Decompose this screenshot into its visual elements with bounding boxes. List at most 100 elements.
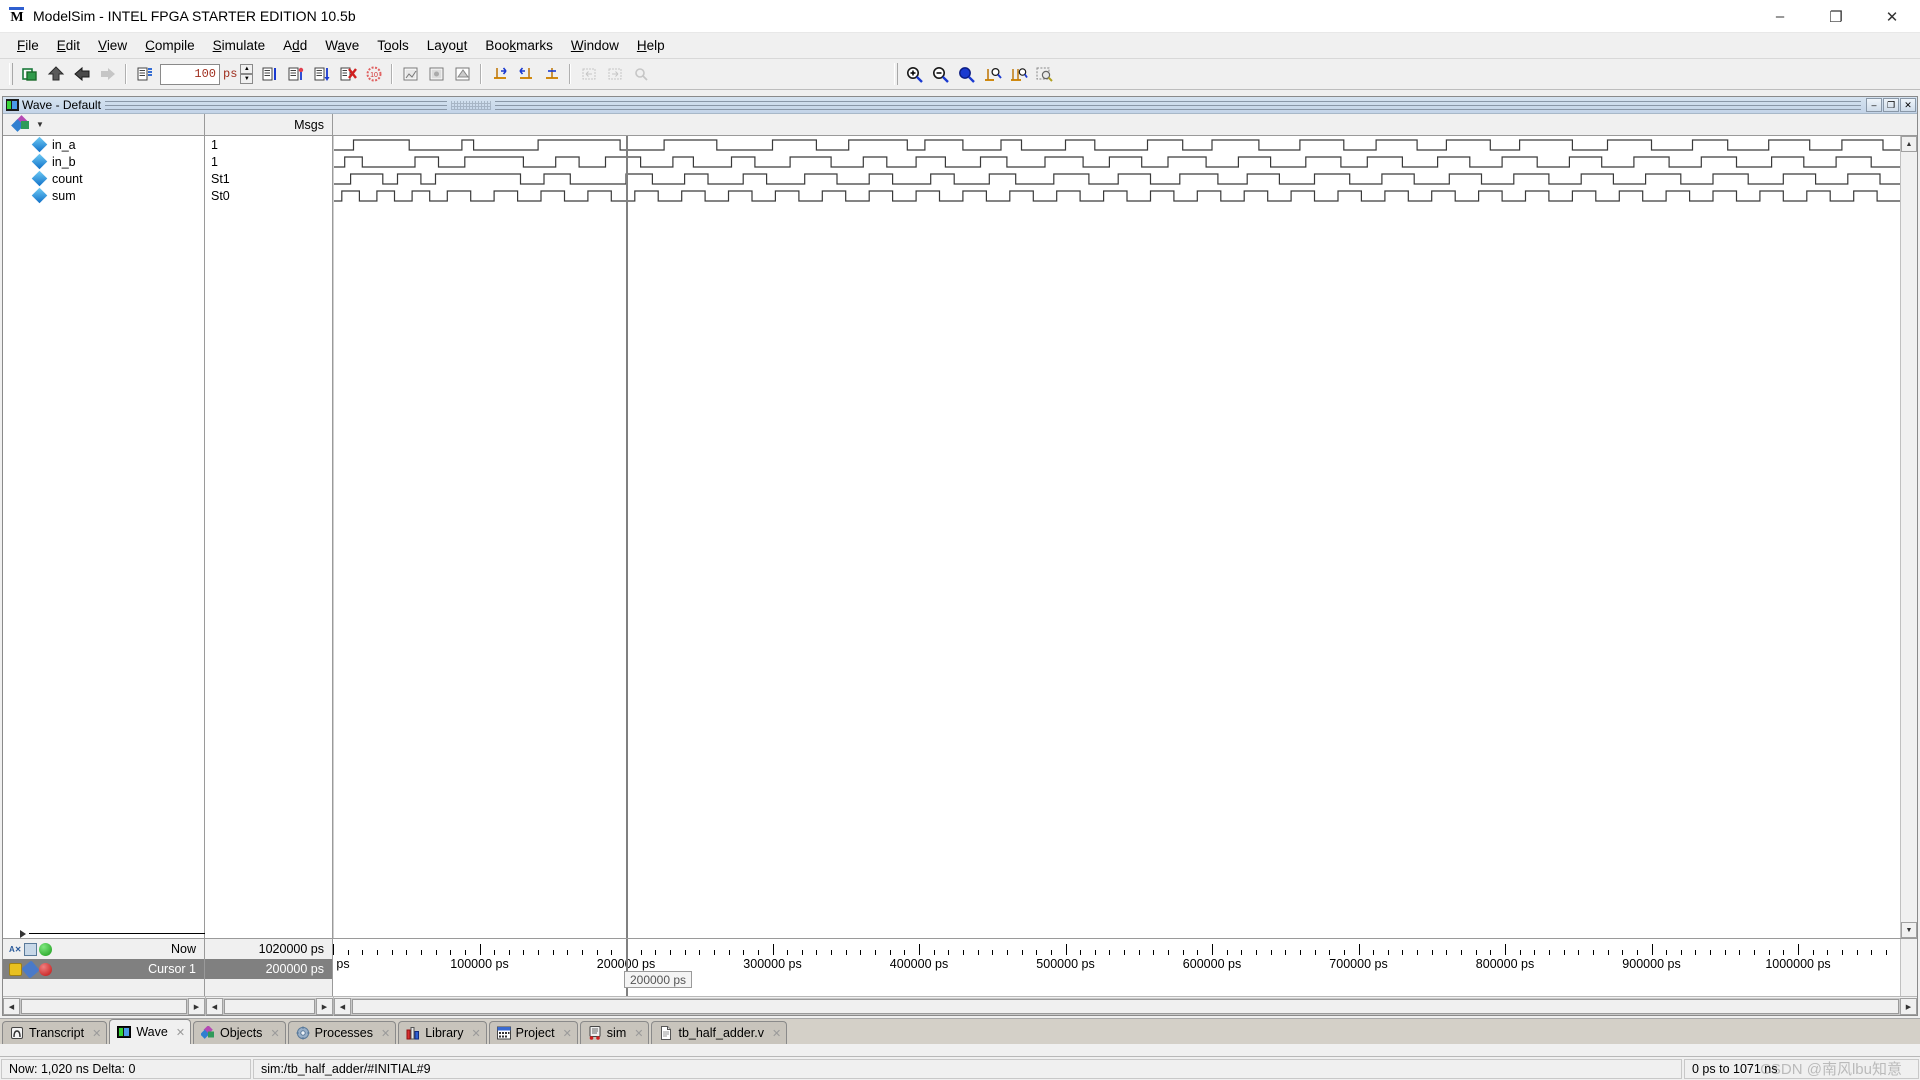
- run-length-input[interactable]: 100: [160, 63, 220, 85]
- signal-item-in_b[interactable]: in_b: [3, 153, 76, 170]
- values-hscrollbar[interactable]: ◀ ▶: [205, 997, 333, 1016]
- menu-help[interactable]: Help: [628, 35, 674, 56]
- menu-wave[interactable]: Wave: [316, 35, 368, 56]
- tab-processes[interactable]: Processes ✕: [287, 1021, 397, 1044]
- insert-cursor-icon[interactable]: [487, 62, 512, 87]
- cursor-1-value[interactable]: 200000 ps: [205, 959, 332, 979]
- maximize-button[interactable]: ❐: [1808, 0, 1864, 33]
- restart-icon[interactable]: [132, 62, 157, 87]
- menu-bookmarks[interactable]: Bookmarks: [476, 35, 562, 56]
- run-icon[interactable]: [257, 62, 282, 87]
- chevron-down-icon[interactable]: ▼: [36, 120, 44, 129]
- tab-close-icon[interactable]: ✕: [634, 1027, 643, 1040]
- step-out-icon[interactable]: [450, 62, 475, 87]
- menu-add[interactable]: Add: [274, 35, 316, 56]
- stop-icon[interactable]: 10: [361, 62, 386, 87]
- step-icon[interactable]: [398, 62, 423, 87]
- zoom-range-icon[interactable]: [1006, 62, 1031, 87]
- zoom-out-icon[interactable]: [928, 62, 953, 87]
- scroll-up-button[interactable]: ▲: [1901, 136, 1917, 152]
- tab-close-icon[interactable]: ✕: [270, 1027, 279, 1040]
- up-arrow-icon[interactable]: [43, 62, 68, 87]
- lock-icon[interactable]: [9, 962, 22, 976]
- tab-close-icon[interactable]: ✕: [176, 1026, 185, 1039]
- stepper-down[interactable]: ▼: [240, 73, 254, 84]
- wave-window-titlebar[interactable]: Wave - Default – ❐ ✕: [3, 97, 1917, 114]
- menu-compile[interactable]: Compile: [136, 35, 204, 56]
- back-arrow-icon[interactable]: [69, 62, 94, 87]
- toolbar-grip[interactable]: [894, 63, 899, 85]
- tab-objects[interactable]: Objects ✕: [193, 1021, 286, 1044]
- cursor-1-row[interactable]: Cursor 1: [3, 959, 204, 979]
- values-scroll-track[interactable]: [223, 998, 316, 1015]
- signal-row[interactable]: sum: [3, 187, 204, 204]
- signal-row[interactable]: in_a: [3, 136, 204, 153]
- object-filter-button[interactable]: ▼: [3, 114, 205, 135]
- break-icon[interactable]: [335, 62, 360, 87]
- names-scroll-left[interactable]: ◀: [3, 998, 20, 1015]
- tab-tb-half-adder-v[interactable]: tb_half_adder.v ✕: [651, 1021, 788, 1044]
- tab-project[interactable]: Project ✕: [488, 1021, 578, 1044]
- run-length-stepper[interactable]: ▲ ▼: [240, 63, 254, 85]
- wave-restore-button[interactable]: ❐: [1883, 98, 1899, 112]
- tab-close-icon[interactable]: ✕: [381, 1027, 390, 1040]
- cursor-time-flag[interactable]: 200000 ps: [623, 971, 693, 988]
- zoom-cursor-icon[interactable]: [980, 62, 1005, 87]
- tab-close-icon[interactable]: ✕: [471, 1027, 480, 1040]
- wrench-icon[interactable]: [21, 959, 40, 979]
- step-over-icon[interactable]: [424, 62, 449, 87]
- wave-close-button[interactable]: ✕: [1900, 98, 1916, 112]
- zoom-last-icon[interactable]: [1032, 62, 1057, 87]
- titlebar-grip[interactable]: [450, 100, 491, 110]
- copy-icon[interactable]: [17, 62, 42, 87]
- signal-name-pane[interactable]: in_a in_b count sum: [3, 136, 205, 938]
- time-ruler[interactable]: ps 100000 ps 200000 ps 300000 ps 400000 ps 50…: [333, 939, 1900, 996]
- wave-hscrollbar[interactable]: ◀ ▶: [333, 997, 1917, 1016]
- menu-tools[interactable]: Tools: [368, 35, 418, 56]
- signal-row[interactable]: in_b: [3, 153, 204, 170]
- tab-library[interactable]: Library ✕: [398, 1021, 487, 1044]
- toolbar-grip[interactable]: [9, 63, 13, 85]
- now-row[interactable]: A✕ Now: [3, 939, 204, 959]
- close-button[interactable]: ✕: [1864, 0, 1920, 33]
- zoom-full-icon[interactable]: [954, 62, 979, 87]
- wave-minimize-button[interactable]: –: [1866, 98, 1882, 112]
- menu-window[interactable]: Window: [562, 35, 628, 56]
- delete-cursor-icon[interactable]: [39, 962, 52, 976]
- signal-row[interactable]: count: [3, 170, 204, 187]
- menu-simulate[interactable]: Simulate: [204, 35, 275, 56]
- stepper-up[interactable]: ▲: [240, 63, 254, 74]
- wave-scroll-left[interactable]: ◀: [334, 998, 351, 1015]
- wave-vertical-scrollbar[interactable]: ▲ ▼: [1900, 136, 1917, 938]
- signal-item-sum[interactable]: sum: [3, 187, 76, 204]
- continue-run-icon[interactable]: [283, 62, 308, 87]
- waveform-pane[interactable]: [333, 136, 1900, 938]
- values-scroll-right[interactable]: ▶: [316, 998, 333, 1015]
- tab-close-icon[interactable]: ✕: [563, 1027, 572, 1040]
- menu-layout[interactable]: Layout: [418, 35, 477, 56]
- minimize-button[interactable]: –: [1752, 0, 1808, 33]
- scroll-down-button[interactable]: ▼: [1901, 922, 1917, 938]
- delete-cursor-icon[interactable]: [513, 62, 538, 87]
- menu-view[interactable]: View: [89, 35, 136, 56]
- tab-close-icon[interactable]: ✕: [772, 1027, 781, 1040]
- cursor-1-line[interactable]: [625, 136, 628, 938]
- signal-item-count[interactable]: count: [3, 170, 83, 187]
- wave-scroll-track[interactable]: [351, 998, 1900, 1015]
- values-scroll-left[interactable]: ◀: [206, 998, 223, 1015]
- menu-file[interactable]: File: [8, 35, 48, 56]
- names-scroll-right[interactable]: ▶: [188, 998, 205, 1015]
- tab-close-icon[interactable]: ✕: [92, 1027, 101, 1040]
- add-cursor-icon[interactable]: [39, 942, 52, 956]
- tab-sim[interactable]: sim ✕: [579, 1021, 650, 1044]
- jump-cursor-icon[interactable]: [539, 62, 564, 87]
- tab-wave[interactable]: Wave ✕: [109, 1019, 192, 1044]
- zoom-in-icon[interactable]: [902, 62, 927, 87]
- signal-item-in_a[interactable]: in_a: [3, 136, 76, 153]
- names-hscrollbar[interactable]: ◀ ▶: [3, 997, 205, 1016]
- tab-transcript[interactable]: Transcript ✕: [2, 1021, 108, 1044]
- run-all-icon[interactable]: [309, 62, 334, 87]
- wave-scroll-right[interactable]: ▶: [1900, 998, 1917, 1015]
- menu-edit[interactable]: Edit: [48, 35, 89, 56]
- names-scroll-track[interactable]: [20, 998, 188, 1015]
